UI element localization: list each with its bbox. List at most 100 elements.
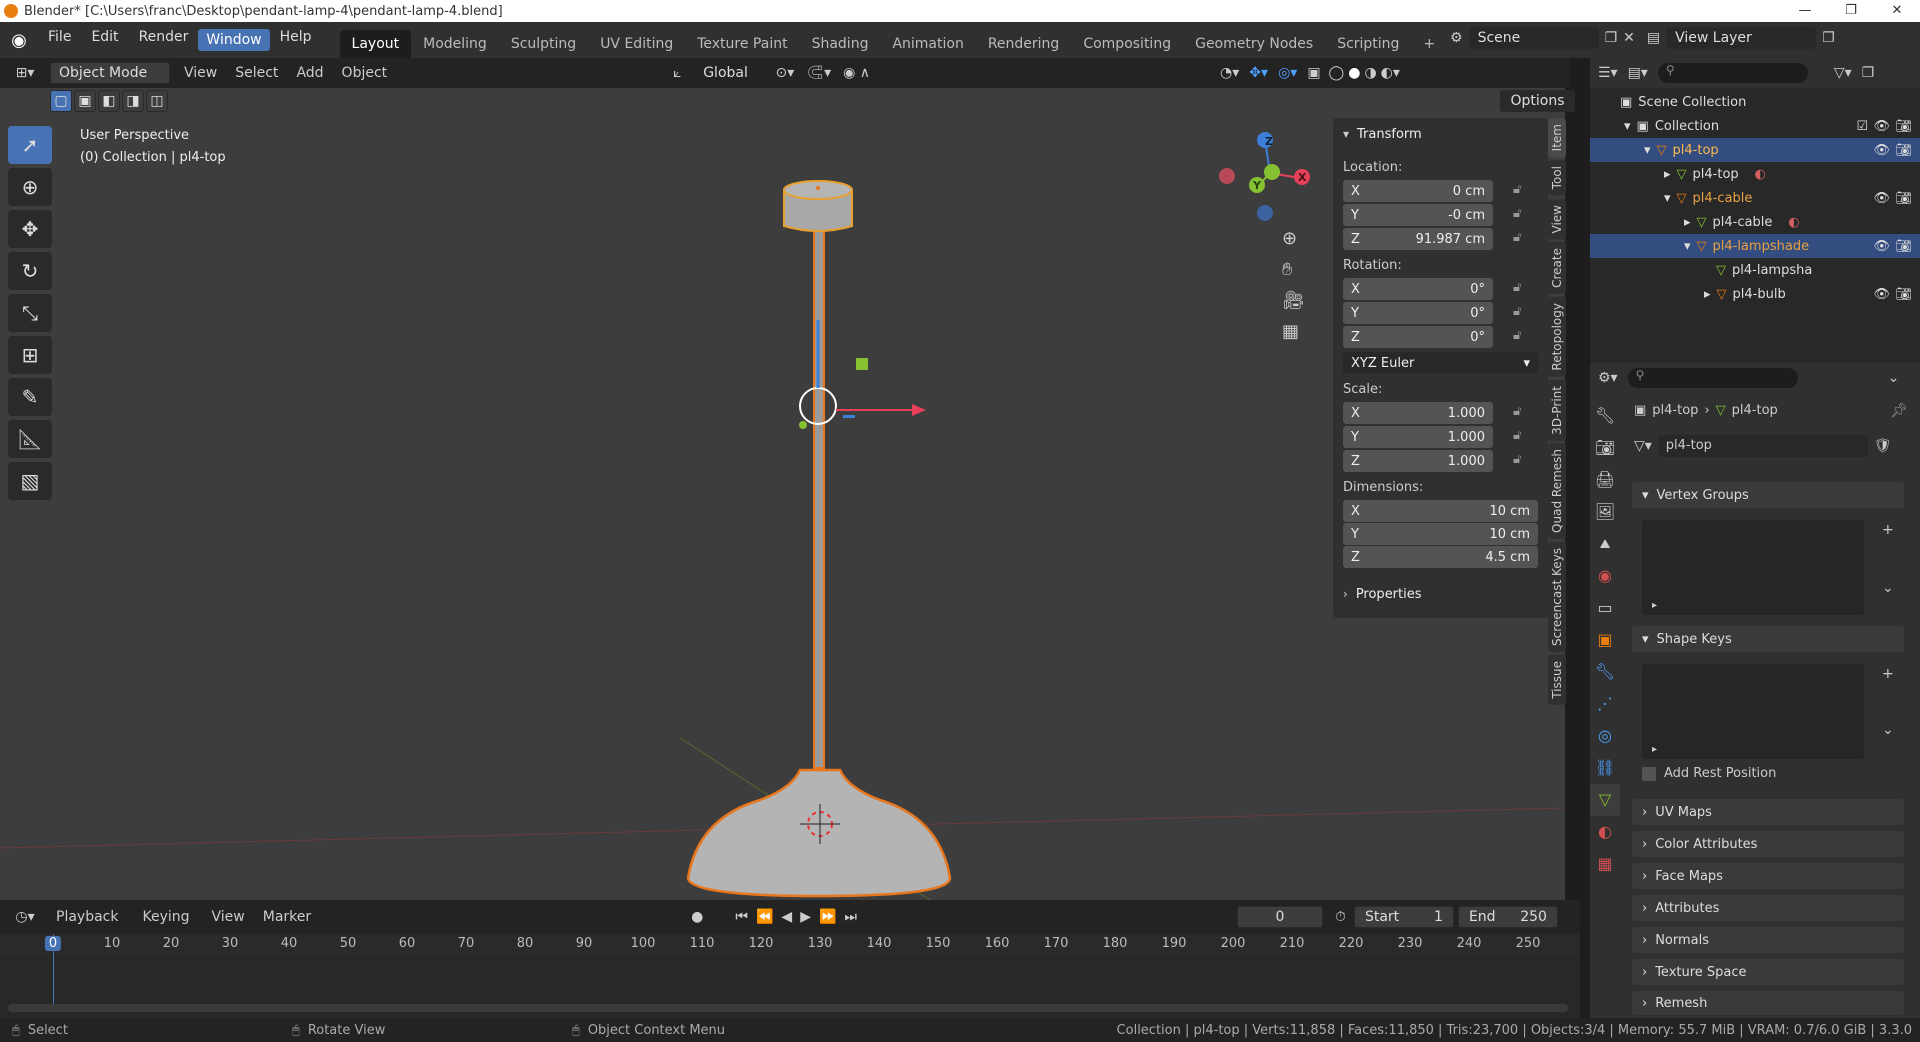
pin-icon[interactable]: 📌︎ (1890, 403, 1908, 419)
shape-keys-list[interactable]: ▸ (1642, 664, 1864, 759)
select-intersect-icon[interactable]: ◫ (146, 90, 168, 112)
3d-viewport[interactable]: Z X Y User Perspective (0) Collection | … (0, 88, 1575, 900)
lock-icon[interactable]: 🔓︎ (1513, 206, 1521, 221)
tab-screencast-keys[interactable]: Screencast Keys (1548, 542, 1566, 653)
lock-icon[interactable]: 🔓︎ (1513, 404, 1521, 419)
camera-icon[interactable]: 📷︎ (1895, 239, 1912, 254)
lock-icon[interactable]: 🔓︎ (1513, 280, 1521, 295)
add-rest-position-checkbox[interactable]: Add Rest Position (1642, 766, 1776, 781)
lock-icon[interactable]: 🔓︎ (1513, 230, 1521, 245)
dimension-x-field[interactable]: X 10 cm (1343, 500, 1538, 522)
menu-object[interactable]: Object (342, 65, 388, 81)
tab-create[interactable]: Create (1548, 242, 1566, 294)
tab-item[interactable]: Item (1548, 118, 1566, 158)
menu-timeline-view[interactable]: View (212, 909, 245, 925)
outliner-row-pl4-cable-mesh[interactable]: ▸ ▽ pl4-cable ◐ (1590, 210, 1920, 234)
rotation-mode-dropdown[interactable]: XYZ Euler ▾ (1343, 352, 1538, 374)
scale-x-field[interactable]: X 1.000 (1343, 402, 1493, 424)
rotation-y-field[interactable]: Y 0° (1343, 302, 1493, 324)
timeline-frames[interactable]: 0 10 20 30 40 50 60 70 80 90 100 110 120 130 140 150 160… (0, 934, 1580, 1014)
lock-icon[interactable]: 🔓︎ (1513, 182, 1521, 197)
outliner-row-scene-collection[interactable]: ▣ Scene Collection (1590, 90, 1920, 114)
outliner-row-pl4-lampshade-mesh[interactable]: ▽ pl4-lampsha (1590, 258, 1920, 282)
outliner-row-pl4-cable[interactable]: ▾ ▽ pl4-cable 👁︎ 📷︎ (1590, 186, 1920, 210)
tab-sculpting[interactable]: Sculpting (499, 30, 588, 58)
minimize-button[interactable]: — (1782, 0, 1828, 22)
fake-user-icon[interactable]: 🛡︎ (1874, 438, 1892, 454)
select-invert-icon[interactable]: ◨ (122, 90, 144, 112)
annotate-tool-icon[interactable]: ✎ (8, 378, 52, 416)
mesh-browse-icon[interactable]: ▽▾ (1634, 438, 1652, 454)
chevron-down-icon[interactable]: ⌄ (1888, 370, 1900, 386)
world-props-icon[interactable]: ◉ (1590, 560, 1620, 592)
add-workspace-icon[interactable]: + (1411, 30, 1447, 58)
cursor-tool-icon[interactable]: ⊕ (8, 168, 52, 206)
dimension-y-field[interactable]: Y 10 cm (1343, 523, 1538, 545)
play-reverse-icon[interactable]: ◀ (781, 909, 792, 925)
chevron-down-icon[interactable]: ⌄ (1882, 580, 1894, 596)
uv-maps-panel[interactable]: › UV Maps (1632, 799, 1904, 825)
mode-selector[interactable]: Object Mode (50, 62, 170, 84)
lock-icon[interactable]: 🔓︎ (1513, 328, 1521, 343)
outliner-search-input[interactable]: ⚲ (1657, 63, 1808, 83)
constraints-props-icon[interactable]: ⛓︎ (1590, 752, 1620, 784)
transform-tool-icon[interactable]: ⊞ (8, 336, 52, 374)
tab-compositing[interactable]: Compositing (1071, 30, 1183, 58)
move-tool-icon[interactable]: ✥ (8, 210, 52, 248)
rotation-x-field[interactable]: X 0° (1343, 278, 1493, 300)
measure-tool-icon[interactable]: 📐︎ (8, 420, 52, 458)
eye-icon[interactable]: 👁︎ (1873, 287, 1890, 302)
jump-start-icon[interactable]: ⏮ (735, 909, 748, 925)
camera-icon[interactable]: 📷︎ (1895, 191, 1912, 206)
blender-menu-icon[interactable]: ◉ (0, 30, 38, 51)
camera-icon[interactable]: 📷︎ (1895, 287, 1912, 302)
transform-panel-title[interactable]: Transform (1357, 127, 1422, 142)
select-extend-icon[interactable]: ▣ (74, 90, 96, 112)
tab-scripting[interactable]: Scripting (1325, 30, 1411, 58)
shading-material-icon[interactable]: ◑ (1364, 65, 1376, 81)
texture-space-panel[interactable]: › Texture Space (1632, 959, 1904, 985)
end-frame-field[interactable]: End 250 (1457, 906, 1558, 928)
material-props-icon[interactable]: ◐ (1590, 816, 1620, 848)
attributes-panel[interactable]: › Attributes (1632, 895, 1904, 921)
new-view-layer-icon[interactable]: ❐ (1822, 30, 1835, 46)
tab-texture-paint[interactable]: Texture Paint (685, 30, 799, 58)
proportional-edit-icon[interactable]: ◉ ∧ (843, 65, 870, 81)
collection-props-icon[interactable]: ▭ (1590, 592, 1620, 624)
tab-tool[interactable]: Tool (1548, 160, 1566, 196)
menu-keying[interactable]: Keying (142, 909, 189, 925)
tab-rendering[interactable]: Rendering (976, 30, 1072, 58)
outliner-row-pl4-lampshade[interactable]: ▾ ▽ pl4-lampshade 👁︎ 📷︎ (1590, 234, 1920, 258)
xray-icon[interactable]: ▣ (1307, 65, 1320, 81)
pan-hand-icon[interactable]: ✋︎ (1282, 259, 1305, 280)
shape-keys-title[interactable]: Shape Keys (1657, 632, 1732, 647)
tab-geometry-nodes[interactable]: Geometry Nodes (1183, 30, 1325, 58)
filter-icon[interactable]: ▽▾ (1834, 65, 1852, 81)
visibility-icon[interactable]: ◔▾ (1220, 65, 1239, 81)
menu-help[interactable]: Help (270, 29, 322, 51)
eye-icon[interactable]: 👁︎ (1873, 143, 1890, 158)
shading-rendered-icon[interactable]: ◐▾ (1381, 65, 1400, 81)
outliner-row-collection[interactable]: ▾ ▣ Collection ☑ 👁︎ 📷︎ (1590, 114, 1920, 138)
start-frame-field[interactable]: Start 1 (1353, 906, 1454, 928)
snap-icon[interactable]: 🧲︎▾ (806, 65, 831, 81)
new-collection-icon[interactable]: ❐ (1862, 65, 1875, 81)
add-vertex-group-icon[interactable]: + (1882, 522, 1894, 538)
mesh-name-field[interactable]: pl4-top (1657, 435, 1868, 457)
physics-props-icon[interactable]: ◎ (1590, 720, 1620, 752)
menu-select[interactable]: Select (235, 65, 278, 81)
select-box-tool-icon[interactable]: ➚ (8, 126, 52, 164)
view-layer-props-icon[interactable]: 🖼︎ (1590, 496, 1620, 528)
pivot-icon[interactable]: ⊙▾ (776, 65, 795, 81)
dimension-z-field[interactable]: Z 4.5 cm (1343, 546, 1538, 568)
remesh-panel[interactable]: › Remesh (1632, 991, 1904, 1015)
shading-solid-icon[interactable]: ● (1348, 65, 1360, 81)
delete-scene-icon[interactable]: ✕ (1623, 30, 1635, 46)
tab-layout[interactable]: Layout (339, 30, 412, 58)
play-icon[interactable]: ▶ (800, 909, 811, 925)
add-shape-key-icon[interactable]: + (1882, 666, 1894, 682)
outliner-row-pl4-top-mesh[interactable]: ▸ ▽ pl4-top ◐ (1590, 162, 1920, 186)
particles-props-icon[interactable]: ⋰ (1590, 688, 1620, 720)
location-z-field[interactable]: Z 91.987 cm (1343, 228, 1493, 250)
next-keyframe-icon[interactable]: ⏩ (819, 909, 836, 925)
